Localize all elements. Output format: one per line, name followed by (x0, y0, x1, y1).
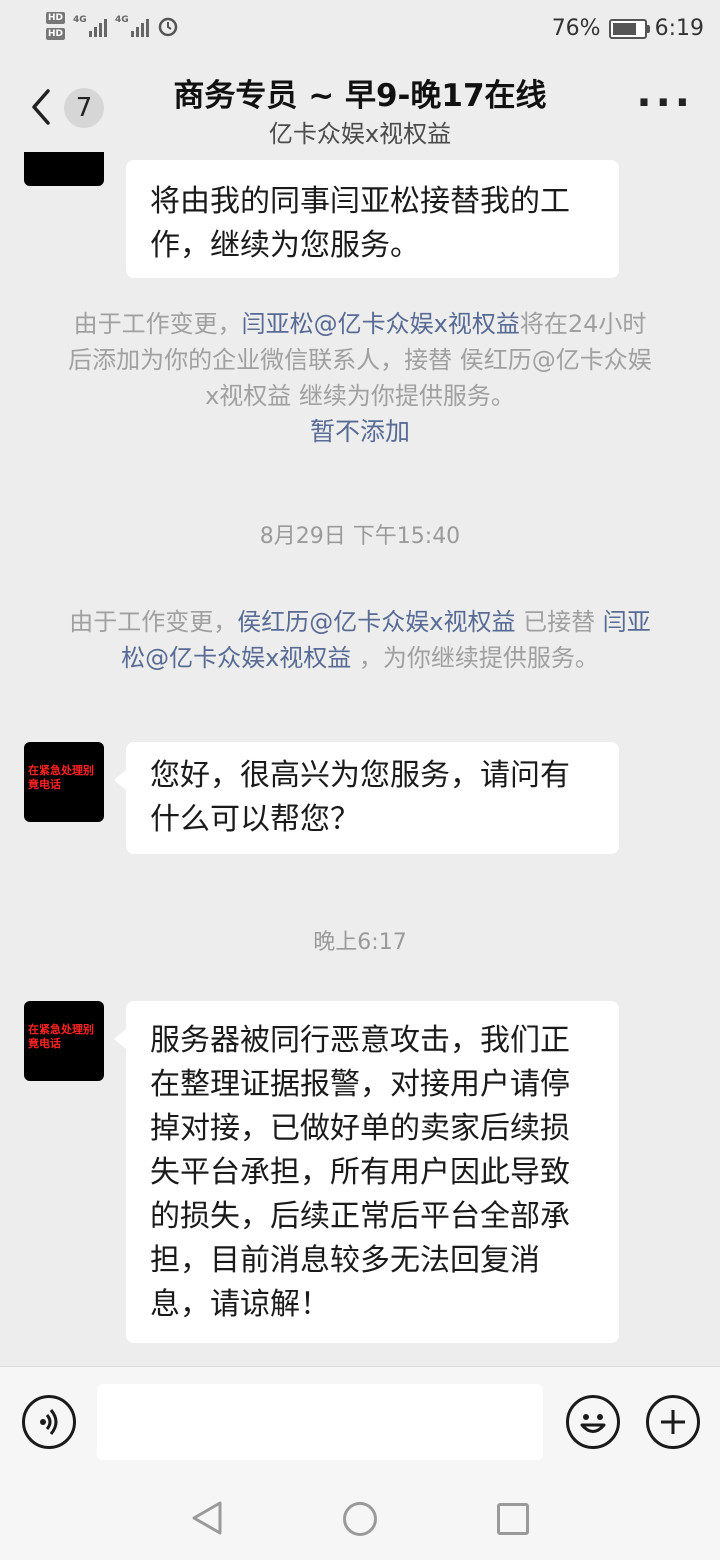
system-nav-bar (0, 1476, 720, 1560)
message-bubble-greeting[interactable]: 您好，很高兴为您服务，请问有什么可以帮您？ (114, 742, 619, 854)
system-notice-replaced: 由于工作变更，侯红历@亿卡众娱x视权益 已接替 闫亚松@亿卡众娱x视权益 ，为你… (66, 604, 654, 676)
emoji-icon[interactable] (566, 1395, 620, 1449)
avatar[interactable]: 在紧急处理别竟电话 (24, 1001, 104, 1081)
message-input[interactable] (97, 1384, 543, 1460)
system-notice-transfer: 由于工作变更，闫亚松@亿卡众娱x视权益将在24小时后添加为你的企业微信联系人，接… (66, 306, 654, 450)
status-bar: HD HD 4G 4G 76% 6:19 (0, 0, 720, 62)
timestamp: 晚上6:17 (313, 930, 407, 955)
timestamp: 8月29日 下午15:40 (259, 524, 461, 549)
contact-link-new[interactable]: 侯红历@亿卡众娱x视权益 (237, 608, 515, 636)
alarm-icon (158, 17, 178, 37)
avatar[interactable]: 在紧急处理别竟电话 (24, 742, 104, 822)
more-functions-icon[interactable] (646, 1395, 700, 1449)
notice-prefix: 由于工作变更， (69, 608, 238, 636)
input-bar (0, 1366, 720, 1477)
notice-prefix: 由于工作变更， (73, 310, 242, 338)
avatar-text: 在紧急处理别竟电话 (28, 1023, 94, 1050)
chat-title: 商务专员 ~ 早9-晚17在线 (173, 78, 547, 114)
chat-subtitle: 亿卡众娱x视权益 (268, 120, 452, 148)
chat-header: 7 商务专员 ~ 早9-晚17在线 亿卡众娱x视权益 ··· (0, 62, 720, 152)
signal-1-icon: 4G (73, 15, 108, 37)
network-1-label: 4G (73, 15, 87, 25)
battery-percent: 76% (551, 16, 601, 41)
signal-2-icon: 4G (115, 15, 150, 37)
nav-recent-apps-icon[interactable] (497, 1503, 529, 1535)
avatar-text: 在紧急处理别竟电话 (28, 764, 94, 791)
battery-icon (608, 18, 650, 39)
clock: 6:19 (654, 16, 704, 41)
voice-input-icon[interactable] (22, 1395, 76, 1449)
chat-messages[interactable]: 将由我的同事闫亚松接替我的工作，继续为您服务。 由于工作变更，闫亚松@亿卡众娱x… (0, 152, 720, 1366)
contact-link[interactable]: 闫亚松@亿卡众娱x视权益 (242, 310, 520, 338)
nav-back-icon[interactable] (190, 1500, 224, 1536)
network-2-label: 4G (115, 15, 129, 25)
status-left: HD HD 4G 4G (46, 12, 179, 40)
notice-mid: 已接替 (515, 608, 603, 636)
message-bubble[interactable]: 将由我的同事闫亚松接替我的工作，继续为您服务。 (126, 160, 619, 278)
do-not-add-link[interactable]: 暂不添加 (310, 417, 410, 446)
nav-home-icon[interactable] (343, 1502, 377, 1536)
more-options-icon[interactable]: ··· (636, 80, 694, 126)
notice-suffix: ，为你继续提供服务。 (351, 644, 599, 672)
avatar[interactable] (24, 152, 104, 186)
hd-indicators: HD HD (46, 12, 66, 40)
message-bubble-notice[interactable]: 服务器被同行恶意攻击，我们正在整理证据报警，对接用户请停掉对接，已做好单的卖家后… (114, 1001, 619, 1343)
hd1-badge: HD (46, 12, 66, 24)
status-right: 76% 6:19 (552, 16, 704, 41)
hd2-badge: HD (46, 28, 66, 40)
